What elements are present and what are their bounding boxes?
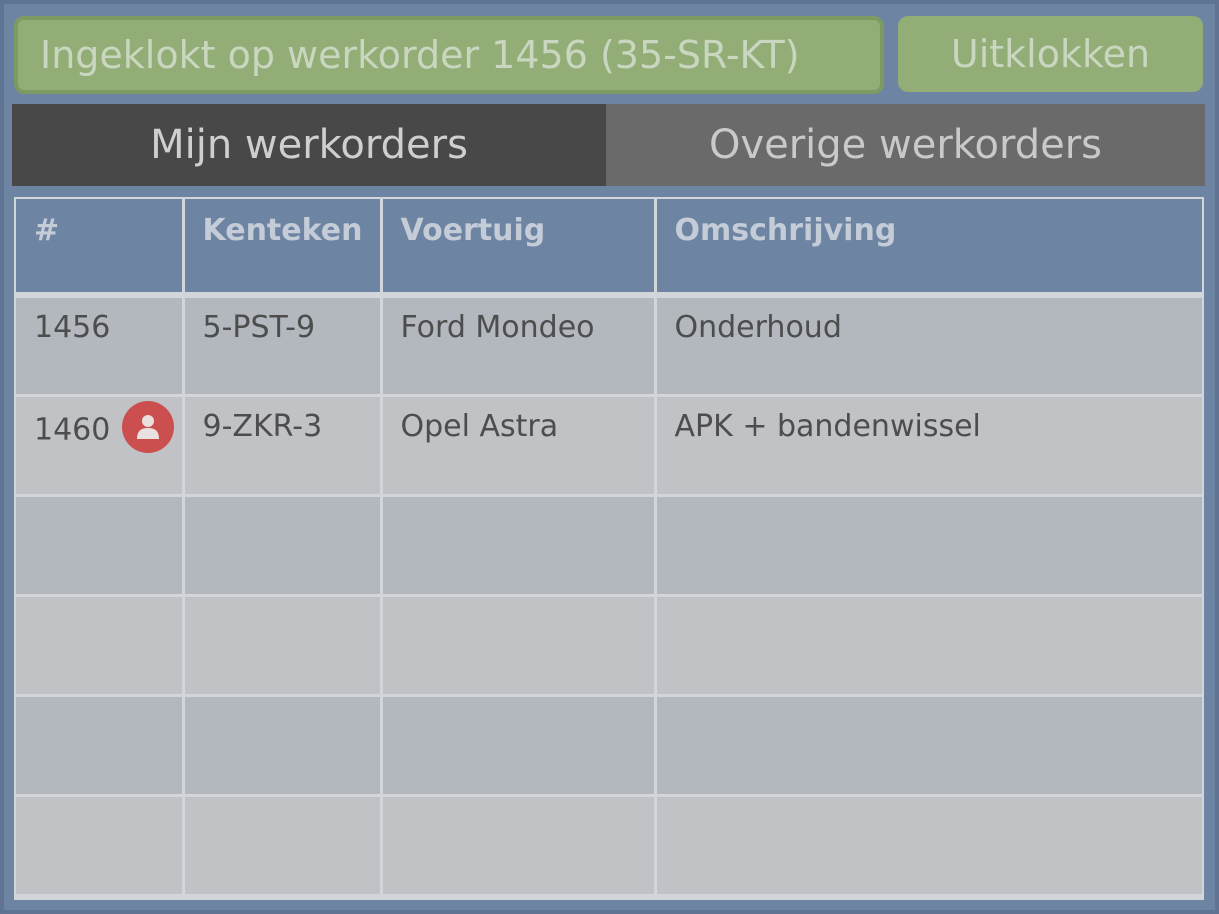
cell-vehicle [381, 495, 657, 597]
cell-license-plate [183, 495, 383, 597]
tab-other-workorders[interactable]: Overige werkorders [606, 104, 1205, 186]
table-row[interactable]: 1456 5-PST-9 Ford Mondeo Onderhoud [16, 295, 1202, 397]
workorder-table: # Kenteken Voertuig Omschrijving 1456 5-… [14, 197, 1204, 900]
cell-vehicle: Opel Astra [381, 395, 657, 497]
cell-license-plate: 9-ZKR-3 [183, 395, 383, 497]
cell-number: 1460 [16, 395, 185, 497]
table-header-row: # Kenteken Voertuig Omschrijving [16, 199, 1202, 295]
cell-description: APK + bandenwissel [655, 395, 1202, 497]
table-row [16, 595, 1202, 697]
workorder-number: 1456 [34, 310, 111, 345]
column-header-description: Omschrijving [655, 199, 1202, 295]
workorder-tabs: Mijn werkorders Overige werkorders [12, 104, 1205, 186]
table-row [16, 795, 1202, 897]
cell-license-plate: 5-PST-9 [183, 295, 383, 397]
cell-vehicle [381, 795, 657, 897]
column-header-vehicle: Voertuig [381, 199, 657, 295]
cell-number [16, 795, 185, 897]
cell-license-plate [183, 795, 383, 897]
cell-vehicle: Ford Mondeo [381, 295, 657, 397]
clock-in-status: Ingeklokt op werkorder 1456 (35-SR-KT) [14, 16, 884, 94]
cell-number [16, 695, 185, 797]
cell-description: Onderhoud [655, 295, 1202, 397]
cell-vehicle [381, 695, 657, 797]
cell-description [655, 595, 1202, 697]
cell-license-plate [183, 595, 383, 697]
cell-number [16, 595, 185, 697]
cell-number: 1456 [16, 295, 185, 397]
user-icon [122, 400, 175, 453]
table-row [16, 495, 1202, 597]
cell-description [655, 695, 1202, 797]
tab-my-workorders[interactable]: Mijn werkorders [12, 104, 606, 186]
table-row[interactable]: 1460 9-ZKR-3 Opel Astra APK + bandenwiss… [16, 395, 1202, 497]
cell-number [16, 495, 185, 597]
cell-description [655, 495, 1202, 597]
cell-vehicle [381, 595, 657, 697]
cell-license-plate [183, 695, 383, 797]
column-header-number: # [16, 199, 185, 295]
clock-out-button[interactable]: Uitklokken [898, 16, 1203, 92]
cell-description [655, 795, 1202, 897]
table-row [16, 695, 1202, 797]
workorder-number: 1460 [34, 412, 111, 447]
column-header-license-plate: Kenteken [183, 199, 383, 295]
